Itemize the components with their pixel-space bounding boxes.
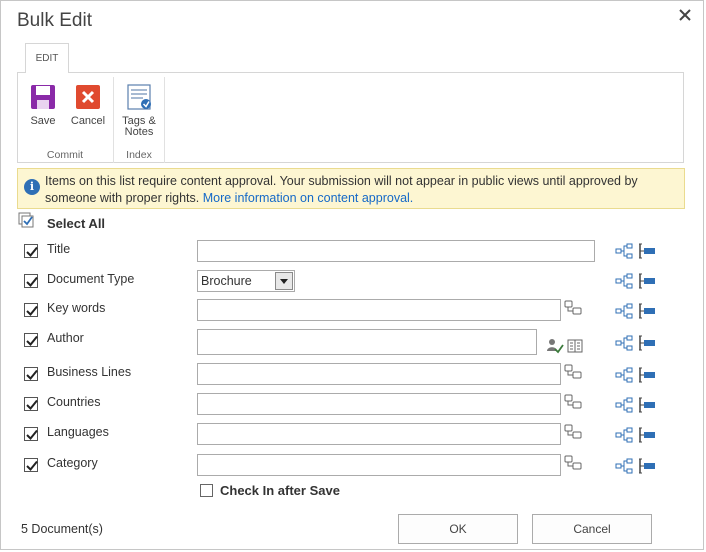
- field-checkbox-languages[interactable]: [24, 427, 38, 441]
- column-mapping-icon[interactable]: [638, 426, 656, 444]
- group-label-index: Index: [126, 149, 152, 161]
- tree-icon[interactable]: [615, 366, 633, 384]
- field-checkbox-countries[interactable]: [24, 397, 38, 411]
- content-approval-notice: i Items on this list require content app…: [17, 168, 685, 209]
- column-mapping-icon[interactable]: [638, 334, 656, 352]
- cancel-button[interactable]: Cancel: [532, 514, 652, 544]
- field-row-key-words: Key words: [1, 299, 701, 323]
- check-in-after-save: Check In after Save: [200, 483, 340, 498]
- title-input[interactable]: [197, 240, 595, 262]
- ok-button[interactable]: OK: [398, 514, 518, 544]
- tab-edit[interactable]: EDIT: [25, 43, 69, 73]
- field-row-business-lines: Business Lines: [1, 363, 701, 387]
- column-mapping-icon[interactable]: [638, 302, 656, 320]
- content-approval-link[interactable]: More information on content approval.: [203, 191, 414, 205]
- field-label-author: Author: [47, 331, 84, 345]
- save-label: Save: [30, 115, 56, 127]
- column-mapping-icon[interactable]: [638, 272, 656, 290]
- field-label-key-words: Key words: [47, 301, 106, 315]
- tags-notes-label-2: Notes: [124, 126, 154, 138]
- select-all[interactable]: Select All: [18, 212, 106, 234]
- tree-icon[interactable]: [615, 334, 633, 352]
- chevron-down-icon[interactable]: [275, 272, 293, 290]
- field-checkbox-document-type[interactable]: [24, 274, 38, 288]
- document-type-select[interactable]: Brochure: [197, 270, 295, 292]
- column-mapping-icon[interactable]: [638, 366, 656, 384]
- tree-icon[interactable]: [615, 426, 633, 444]
- category-input[interactable]: [197, 454, 561, 476]
- column-mapping-icon[interactable]: [638, 396, 656, 414]
- field-label-languages: Languages: [47, 425, 109, 439]
- save-button[interactable]: Save: [22, 83, 64, 127]
- taxonomy-picker-icon[interactable]: [564, 424, 582, 445]
- field-row-author: Author: [1, 329, 701, 357]
- check-in-checkbox[interactable]: [200, 484, 213, 497]
- tree-icon[interactable]: [615, 272, 633, 290]
- field-checkbox-author[interactable]: [24, 333, 38, 347]
- info-icon: i: [24, 179, 40, 195]
- tags-notes-icon: [125, 83, 153, 111]
- bulk-edit-dialog: Bulk Edit EDIT Save Cancel Tags & Notes …: [0, 0, 704, 550]
- group-label-commit: Commit: [46, 149, 84, 161]
- document-count: 5 Document(s): [21, 522, 103, 536]
- taxonomy-picker-icon[interactable]: [564, 394, 582, 415]
- column-mapping-icon[interactable]: [638, 457, 656, 475]
- field-row-title: Title: [1, 240, 701, 264]
- field-label-category: Category: [47, 456, 98, 470]
- taxonomy-picker-icon[interactable]: [564, 300, 582, 321]
- field-checkbox-category[interactable]: [24, 458, 38, 472]
- group-separator: [164, 77, 165, 163]
- tree-icon[interactable]: [615, 242, 633, 260]
- check-in-label: Check In after Save: [220, 483, 340, 498]
- cancel-icon: [74, 83, 102, 111]
- field-checkbox-business-lines[interactable]: [24, 367, 38, 381]
- field-label-title: Title: [47, 242, 71, 256]
- group-separator: [113, 77, 114, 163]
- taxonomy-picker-icon[interactable]: [564, 364, 582, 385]
- key-words-input[interactable]: [197, 299, 561, 321]
- field-row-countries: Countries: [1, 393, 701, 417]
- document-type-value: Brochure: [201, 274, 252, 288]
- tree-icon[interactable]: [615, 302, 633, 320]
- close-icon[interactable]: [677, 7, 693, 23]
- cancel-ribbon-button[interactable]: Cancel: [68, 83, 108, 127]
- cancel-label: Cancel: [70, 115, 106, 127]
- languages-input[interactable]: [197, 423, 561, 445]
- address-book-icon[interactable]: [566, 338, 584, 359]
- countries-input[interactable]: [197, 393, 561, 415]
- select-all-icon[interactable]: [18, 212, 35, 234]
- column-mapping-icon[interactable]: [638, 242, 656, 260]
- field-checkbox-title[interactable]: [24, 244, 38, 258]
- field-label-document-type: Document Type: [47, 272, 135, 286]
- check-names-icon[interactable]: [546, 338, 564, 359]
- ribbon: Save Cancel Tags & Notes Commit Index: [17, 72, 684, 163]
- taxonomy-picker-icon[interactable]: [564, 455, 582, 476]
- field-checkbox-key-words[interactable]: [24, 303, 38, 317]
- field-label-business-lines: Business Lines: [47, 365, 132, 379]
- author-input[interactable]: [197, 329, 537, 355]
- field-row-document-type: Document Type Brochure: [1, 270, 701, 294]
- save-icon: [29, 83, 57, 111]
- select-all-label: Select All: [47, 215, 106, 231]
- tree-icon[interactable]: [615, 396, 633, 414]
- field-row-languages: Languages: [1, 423, 701, 447]
- business-lines-input[interactable]: [197, 363, 561, 385]
- field-label-countries: Countries: [47, 395, 101, 409]
- tags-notes-button[interactable]: Tags & Notes: [117, 83, 161, 138]
- field-row-category: Category: [1, 454, 701, 478]
- tree-icon[interactable]: [615, 457, 633, 475]
- dialog-title: Bulk Edit: [17, 10, 92, 31]
